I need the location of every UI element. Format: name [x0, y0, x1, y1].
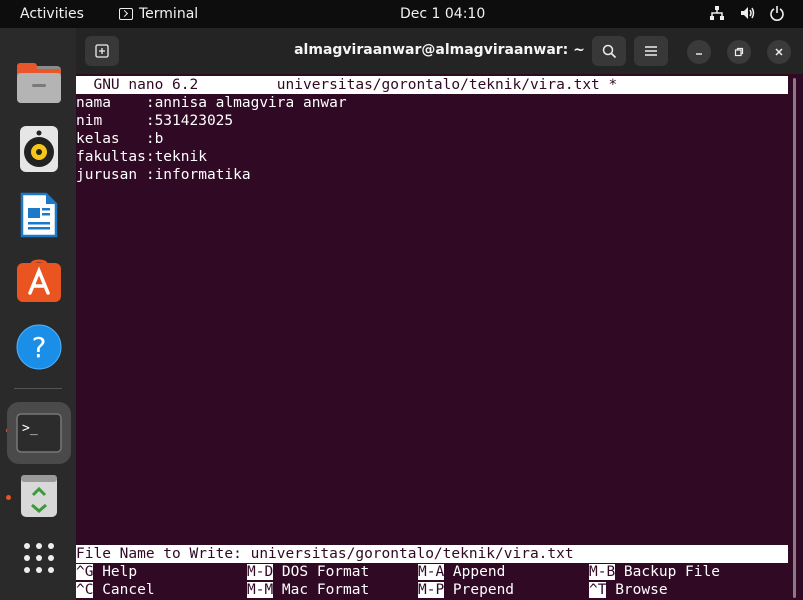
shortcut-browse[interactable]: ^T Browse [589, 581, 668, 599]
shortcut-prepend[interactable]: M-P Prepend [418, 581, 514, 599]
activities-button[interactable]: Activities [20, 6, 84, 22]
power-icon [770, 6, 784, 21]
rhythmbox-icon [20, 126, 58, 172]
dock-item-files[interactable] [11, 55, 67, 111]
dock: ? >_ [0, 28, 76, 600]
shortcut-backup-file[interactable]: M-B Backup File [589, 563, 720, 581]
file-line: jurusan :informatika [76, 167, 251, 183]
file-line: nim :531423025 [76, 113, 234, 129]
file-line: fakultas:teknik [76, 149, 207, 165]
close-icon [775, 48, 783, 56]
app-menu[interactable]: Terminal [119, 6, 198, 22]
minimize-icon [696, 53, 702, 55]
shortcut-dos-format[interactable]: M-D DOS Format [247, 563, 369, 581]
window-titlebar[interactable]: almagviraanwar@almagviraanwar: ~ [76, 28, 803, 74]
shortcut-help[interactable]: ^G Help [76, 563, 137, 581]
close-button[interactable] [767, 40, 791, 64]
dock-item-help[interactable]: ? [11, 319, 67, 375]
terminal-content[interactable]: GNU nano 6.2 universitas/gorontalo/tekni… [76, 76, 788, 600]
clock[interactable]: Dec 1 04:10 [400, 6, 485, 22]
dock-item-trash[interactable] [11, 468, 67, 524]
filename-prompt[interactable]: File Name to Write: universitas/gorontal… [76, 545, 788, 563]
nano-header: GNU nano 6.2 universitas/gorontalo/tekni… [76, 76, 788, 94]
ubuntu-software-icon [17, 259, 61, 302]
show-applications-button[interactable] [11, 530, 67, 586]
dock-item-terminal[interactable]: >_ [7, 402, 71, 464]
hamburger-icon [645, 46, 657, 56]
file-line: nama :annisa almagvira anwar [76, 95, 347, 111]
app-grid-icon [24, 543, 54, 573]
dock-separator [14, 388, 62, 389]
app-name: Terminal [139, 6, 199, 22]
terminal-window: almagviraanwar@almagviraanwar: ~ GNU nan… [76, 28, 803, 600]
menu-button[interactable] [634, 36, 668, 66]
network-icon [710, 6, 724, 20]
shortcut-append[interactable]: M-A Append [418, 563, 505, 581]
trash-icon [21, 475, 57, 517]
help-icon: ? [16, 324, 62, 370]
shortcut-cancel[interactable]: ^C Cancel [76, 581, 155, 599]
shortcut-mac-format[interactable]: M-M Mac Format [247, 581, 369, 599]
svg-text:?: ? [32, 331, 47, 364]
minimize-button[interactable] [687, 40, 711, 64]
terminal-scrollbar[interactable] [789, 76, 803, 600]
svg-text:>_: >_ [22, 421, 38, 436]
file-line: kelas :b [76, 131, 164, 147]
dock-item-writer[interactable] [11, 187, 67, 243]
writer-icon [20, 192, 58, 238]
volume-icon [741, 7, 755, 19]
top-bar: Activities Terminal Dec 1 04:10 [0, 0, 803, 28]
files-icon [17, 63, 61, 103]
dock-item-ubuntu-software[interactable] [11, 253, 67, 309]
terminal-icon: >_ [16, 413, 62, 453]
search-icon [602, 44, 616, 58]
scrollbar-thumb[interactable] [793, 78, 796, 598]
dock-item-rhythmbox[interactable] [11, 121, 67, 177]
terminal-app-icon [119, 8, 133, 20]
restore-icon [734, 47, 744, 57]
maximize-button[interactable] [727, 40, 751, 64]
search-button[interactable] [592, 36, 626, 66]
system-tray[interactable] [709, 5, 785, 21]
